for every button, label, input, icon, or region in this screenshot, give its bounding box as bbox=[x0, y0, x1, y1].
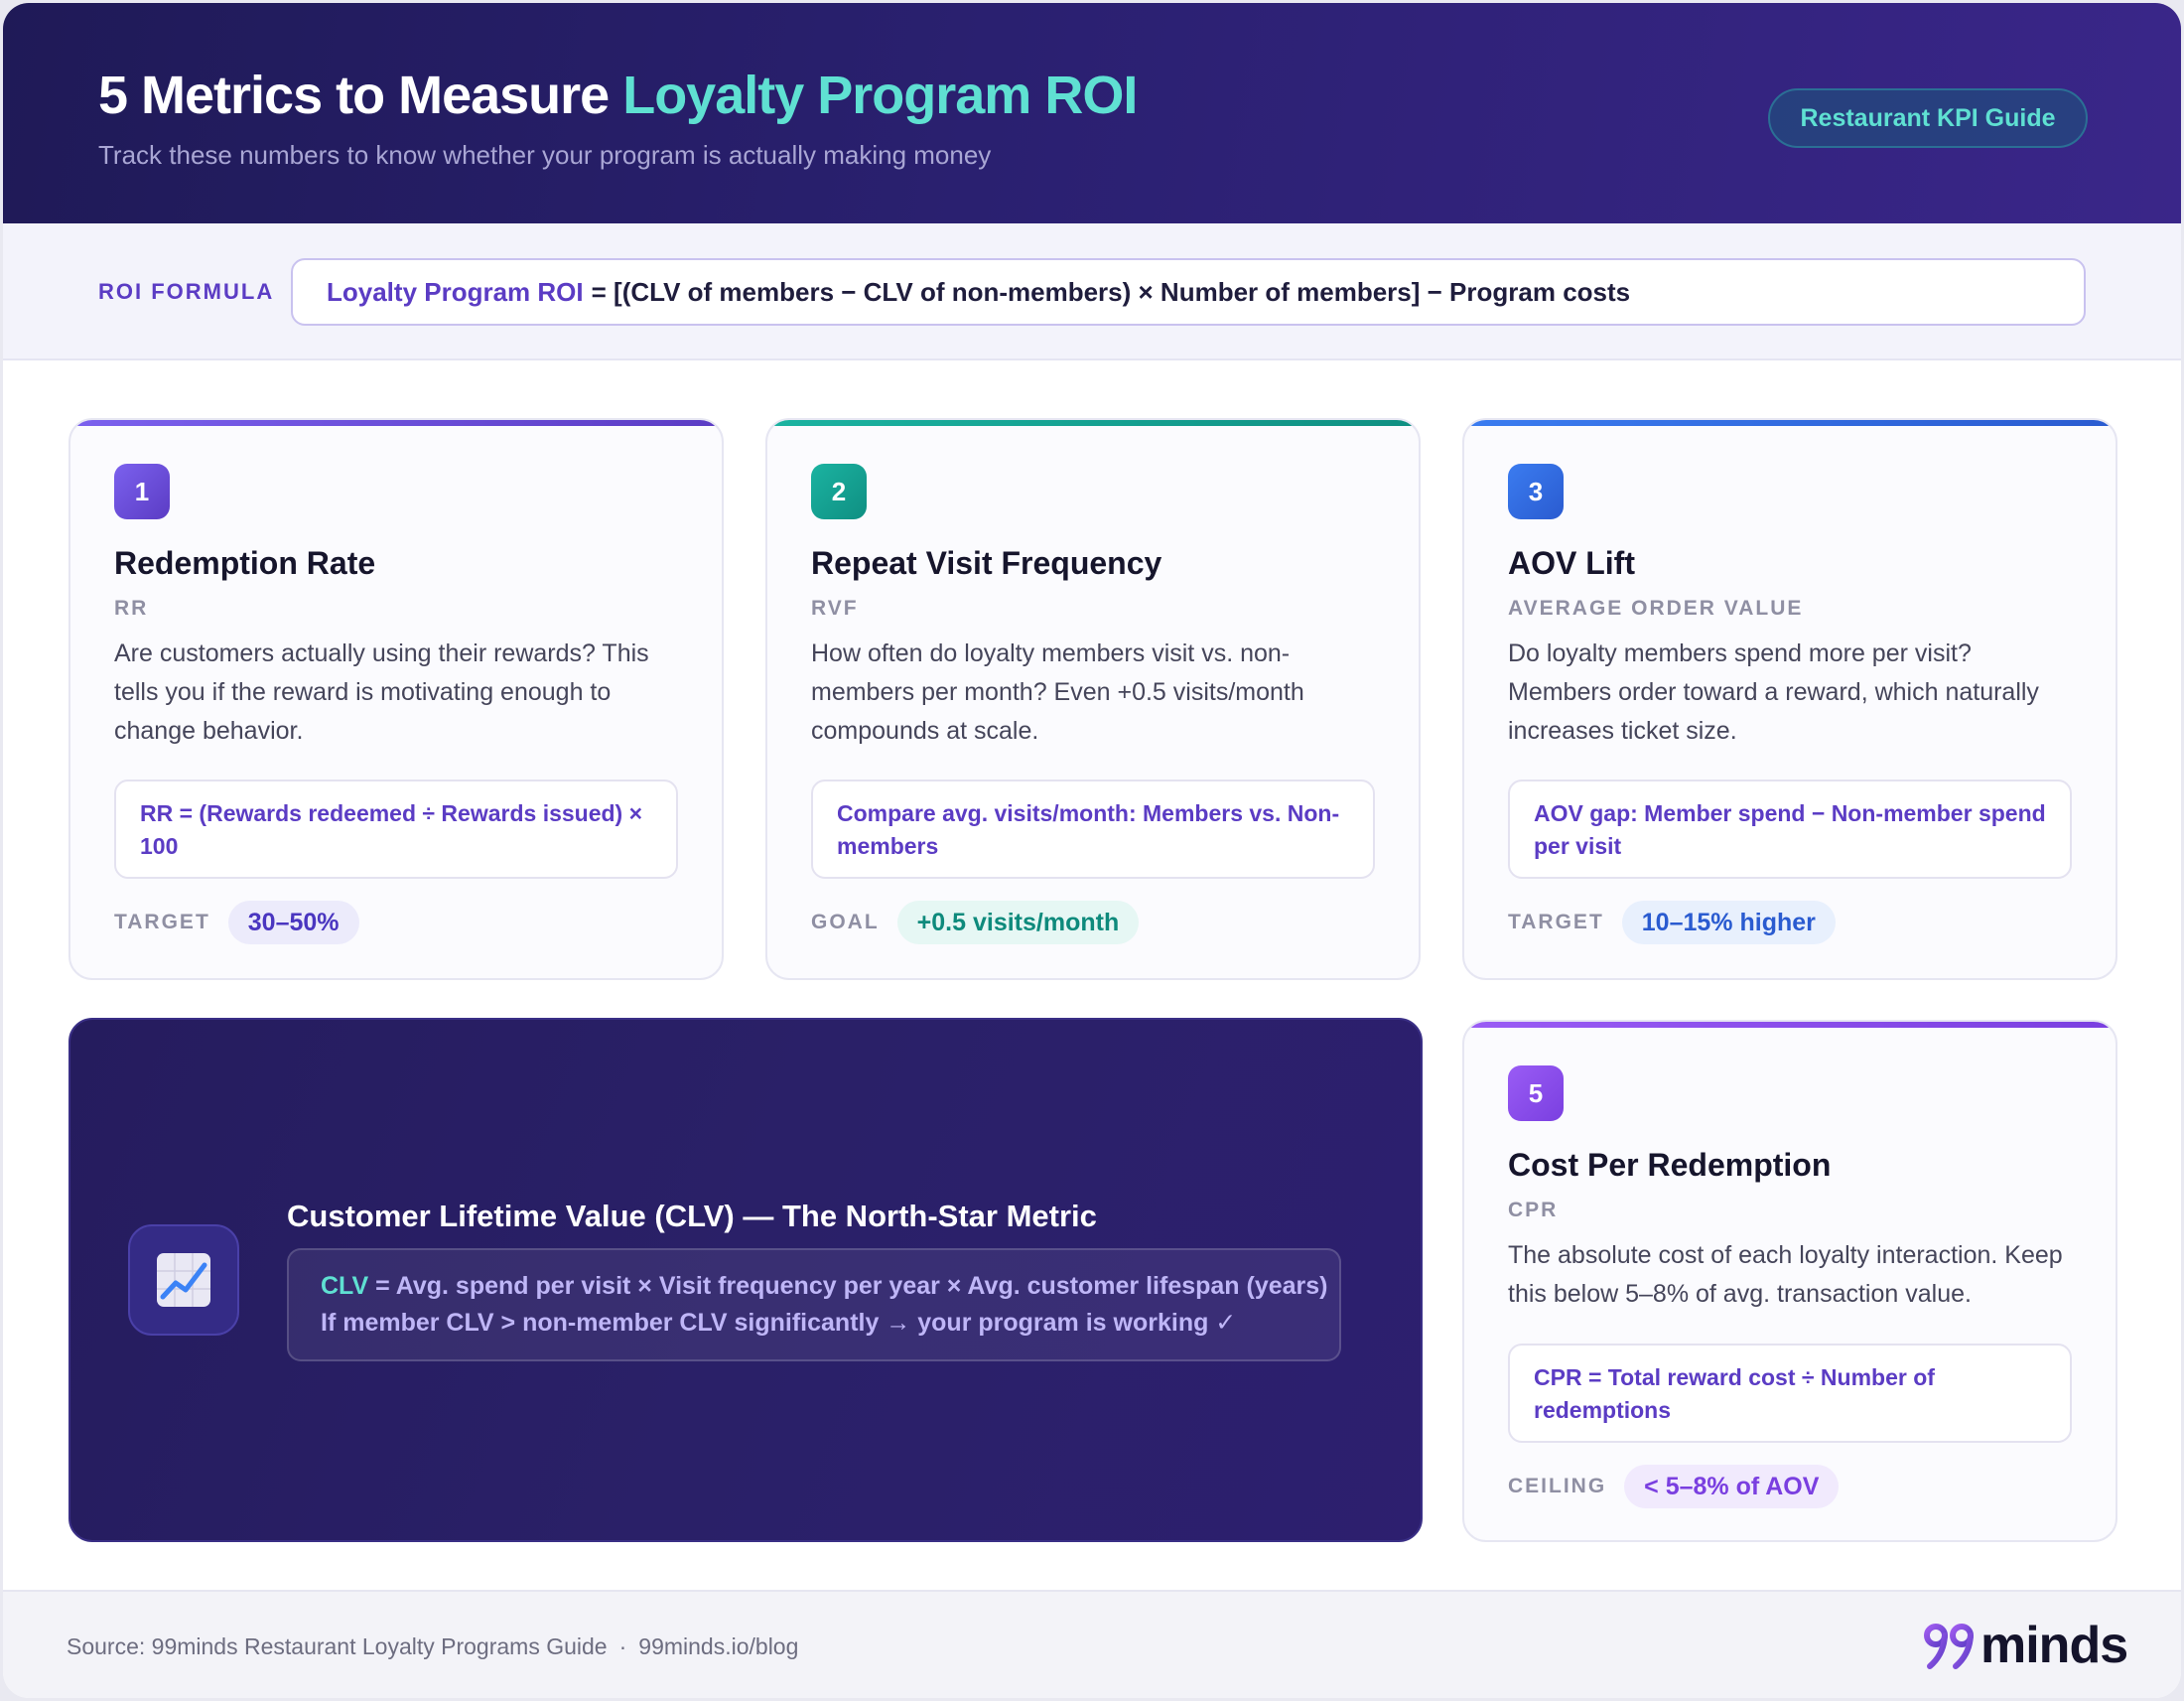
source-citation: Source: 99minds Restaurant Loyalty Progr… bbox=[67, 1633, 798, 1660]
footer: Source: 99minds Restaurant Loyalty Progr… bbox=[3, 1590, 2181, 1698]
metric-target-row: CEILING < 5–8% of AOV bbox=[1508, 1465, 1840, 1508]
clv-note: If member CLV > non-member CLV significa… bbox=[321, 1309, 1237, 1337]
guide-badge: Restaurant KPI Guide bbox=[1768, 88, 2088, 148]
roi-formula-label: ROI FORMULA bbox=[98, 279, 275, 304]
metric-title: AOV Lift bbox=[1508, 545, 1635, 581]
metric-target-value: +0.5 visits/month bbox=[896, 901, 1140, 944]
metric-target-label: CEILING bbox=[1508, 1475, 1607, 1497]
source-separator: · bbox=[618, 1633, 627, 1659]
metric-number-badge: 5 bbox=[1508, 1065, 1564, 1121]
brand-logo-mark bbox=[1924, 1624, 1974, 1669]
source-url[interactable]: 99minds.io/blog bbox=[638, 1633, 798, 1659]
chart-trend-icon-graphic bbox=[157, 1253, 210, 1307]
metric-abbreviation: AVERAGE ORDER VALUE bbox=[1508, 597, 1804, 620]
metric-formula: AOV gap: Member spend − Non-member spend… bbox=[1508, 780, 2072, 879]
brand-logo: minds bbox=[1923, 1617, 2128, 1674]
metric-description: The absolute cost of each loyalty intera… bbox=[1508, 1241, 2063, 1308]
metric-target-label: TARGET bbox=[114, 911, 210, 933]
metric-formula: Compare avg. visits/month: Members vs. N… bbox=[811, 780, 1375, 879]
metric-title: Cost Per Redemption bbox=[1508, 1147, 1832, 1183]
clv-feature-card: Customer Lifetime Value (CLV) — The Nort… bbox=[68, 1018, 1423, 1542]
clv-formula-line: CLV = Avg. spend per visit × Visit frequ… bbox=[321, 1268, 1328, 1305]
brand-logo-text: minds bbox=[1980, 1617, 2128, 1674]
metric-abbreviation: RR bbox=[114, 597, 149, 620]
chart-trend-icon bbox=[128, 1224, 239, 1336]
page-title: 5 Metrics to Measure Loyalty Program ROI bbox=[98, 65, 1138, 126]
clv-key: CLV bbox=[321, 1272, 369, 1300]
metric-target-row: TARGET 30–50% bbox=[114, 901, 359, 944]
metric-number-badge: 1 bbox=[114, 464, 170, 519]
card-accent-bar bbox=[767, 420, 1419, 426]
metric-description: Do loyalty members spend more per visit?… bbox=[1508, 639, 2039, 745]
metric-abbreviation: CPR bbox=[1508, 1199, 1559, 1221]
metric-target-value: 10–15% higher bbox=[1621, 901, 1836, 944]
source-text: Source: 99minds Restaurant Loyalty Progr… bbox=[67, 1633, 608, 1659]
metric-title: Redemption Rate bbox=[114, 545, 376, 581]
title-prefix: 5 Metrics to Measure bbox=[98, 66, 623, 125]
metric-card-repeat-visit-frequency: 2 Repeat Visit Frequency RVF How often d… bbox=[765, 418, 1421, 980]
title-accent: Loyalty Program ROI bbox=[622, 66, 1138, 125]
metric-formula: RR = (Rewards redeemed ÷ Rewards issued)… bbox=[114, 780, 678, 879]
roi-formula-bar: ROI FORMULA Loyalty Program ROI = [(CLV … bbox=[3, 223, 2181, 360]
roi-formula-expression: = [(CLV of members − CLV of non-members)… bbox=[591, 276, 1631, 307]
metric-number-badge: 3 bbox=[1508, 464, 1564, 519]
metric-abbreviation: RVF bbox=[811, 597, 859, 620]
clv-title: Customer Lifetime Value (CLV) — The Nort… bbox=[287, 1199, 1097, 1233]
metric-title: Repeat Visit Frequency bbox=[811, 545, 1162, 581]
metric-target-value: 30–50% bbox=[227, 901, 359, 944]
metric-card-aov-lift: 3 AOV Lift AVERAGE ORDER VALUE Do loyalt… bbox=[1462, 418, 2117, 980]
card-accent-bar bbox=[1464, 1022, 2116, 1028]
metric-description: How often do loyalty members visit vs. n… bbox=[811, 639, 1304, 745]
metric-target-row: TARGET 10–15% higher bbox=[1508, 901, 1836, 944]
card-accent-bar bbox=[1464, 420, 2116, 426]
metric-target-label: GOAL bbox=[811, 911, 880, 933]
clv-formula: = Avg. spend per visit × Visit frequency… bbox=[375, 1272, 1328, 1300]
metric-target-label: TARGET bbox=[1508, 911, 1604, 933]
page-subtitle: Track these numbers to know whether your… bbox=[98, 140, 992, 170]
metric-target-value: < 5–8% of AOV bbox=[1624, 1465, 1840, 1508]
metric-formula: CPR = Total reward cost ÷ Number of rede… bbox=[1508, 1344, 2072, 1443]
card-accent-bar bbox=[70, 420, 722, 426]
metric-target-row: GOAL +0.5 visits/month bbox=[811, 901, 1140, 944]
roi-formula-box: Loyalty Program ROI = [(CLV of members −… bbox=[291, 258, 2086, 326]
metric-description: Are customers actually using their rewar… bbox=[114, 639, 649, 745]
metric-number-badge: 2 bbox=[811, 464, 867, 519]
infographic-page: 5 Metrics to Measure Loyalty Program ROI… bbox=[3, 3, 2181, 1698]
header: 5 Metrics to Measure Loyalty Program ROI… bbox=[3, 3, 2181, 223]
metric-card-cost-per-redemption: 5 Cost Per Redemption CPR The absolute c… bbox=[1462, 1020, 2117, 1542]
metric-card-redemption-rate: 1 Redemption Rate RR Are customers actua… bbox=[68, 418, 724, 980]
roi-formula-name: Loyalty Program ROI bbox=[327, 276, 584, 307]
clv-formula-box: CLV = Avg. spend per visit × Visit frequ… bbox=[287, 1248, 1341, 1361]
